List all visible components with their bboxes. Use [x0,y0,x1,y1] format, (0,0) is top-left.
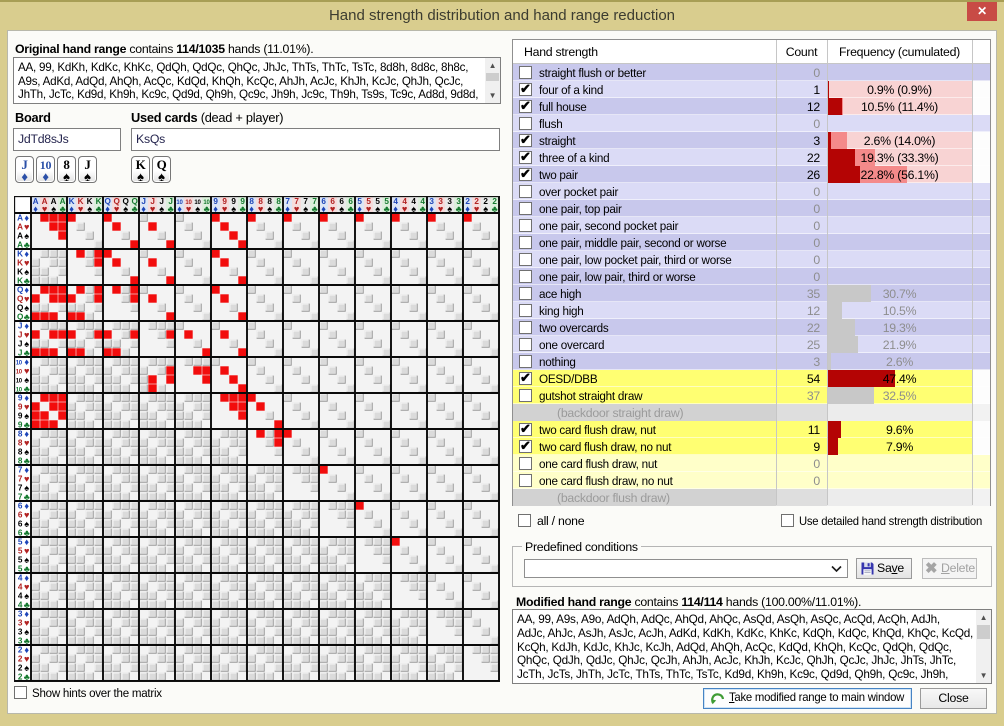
svg-text:2: 2 [18,646,23,655]
svg-text:K: K [17,259,23,268]
svg-text:A: A [17,223,23,232]
svg-text:A: A [17,214,23,223]
svg-text:8: 8 [18,439,23,448]
svg-text:J: J [18,331,22,340]
svg-text:8: 8 [18,430,23,439]
svg-text:10: 10 [16,370,23,376]
svg-text:4: 4 [18,592,23,601]
svg-text:3: 3 [18,610,23,619]
svg-text:5: 5 [18,556,23,565]
svg-text:6: 6 [18,511,23,520]
svg-text:7: 7 [18,484,23,493]
svg-text:7: 7 [18,466,23,475]
svg-text:4: 4 [18,574,23,583]
svg-text:J: J [18,322,22,331]
svg-text:Q: Q [17,286,24,295]
svg-text:3: 3 [18,619,23,628]
svg-text:K: K [17,268,23,277]
svg-text:9: 9 [18,394,23,403]
svg-text:10: 10 [16,379,23,385]
svg-text:9: 9 [18,403,23,412]
svg-text:A: A [17,232,23,241]
svg-text:J: J [18,340,22,349]
svg-text:K: K [17,250,23,259]
svg-text:7: 7 [18,475,23,484]
svg-text:Q: Q [17,295,24,304]
svg-text:2: 2 [18,655,23,664]
svg-text:6: 6 [18,520,23,529]
svg-text:2: 2 [18,664,23,673]
svg-text:4: 4 [18,583,23,592]
svg-text:8: 8 [18,448,23,457]
svg-text:5: 5 [18,547,23,556]
svg-text:9: 9 [18,412,23,421]
svg-text:3: 3 [18,628,23,637]
svg-text:10: 10 [16,361,23,367]
svg-text:6: 6 [18,502,23,511]
svg-text:5: 5 [18,538,23,547]
